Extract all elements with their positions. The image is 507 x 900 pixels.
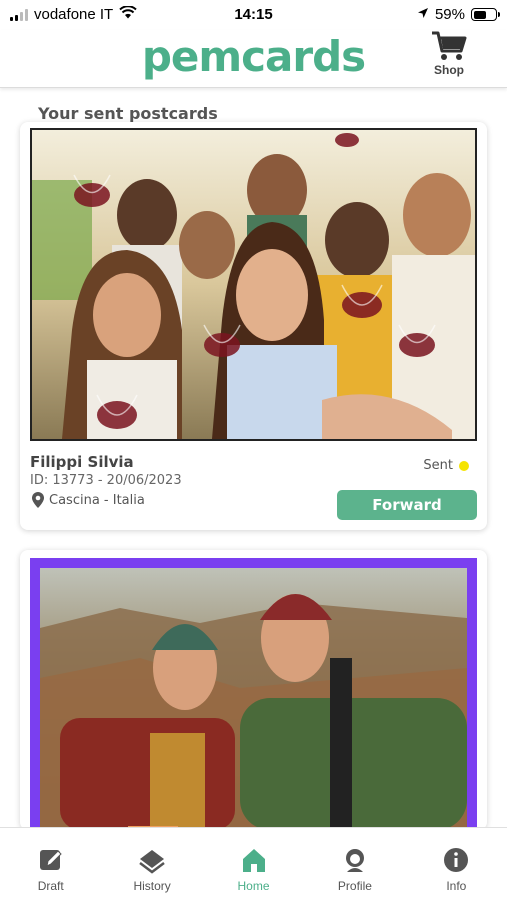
status-label: Sent	[423, 458, 453, 473]
forward-button[interactable]: Forward	[337, 490, 477, 520]
shop-button[interactable]: Shop	[429, 30, 469, 77]
tab-label: Profile	[337, 879, 372, 893]
tab-label: Home	[237, 879, 270, 893]
tab-label: Info	[446, 879, 467, 893]
status-dot	[459, 460, 469, 471]
hikers-selfie-image	[40, 568, 467, 830]
tab-profile[interactable]: Profile	[304, 828, 405, 900]
cart-icon	[432, 31, 467, 60]
tab-draft[interactable]: Draft	[0, 828, 101, 900]
location-arrow-icon	[417, 6, 429, 23]
history-icon	[139, 850, 165, 874]
section-title: Your sent postcards	[38, 104, 218, 123]
home-icon	[242, 849, 265, 872]
battery-info: 59%	[417, 6, 500, 23]
group-selfie-image	[32, 130, 475, 439]
postcard-photo[interactable]	[30, 558, 477, 830]
status-bar: vodafone IT 14:15 59%	[0, 0, 507, 30]
tab-label: Draft	[37, 879, 64, 893]
postcard-location: Cascina - Italia	[30, 491, 145, 509]
postcard-card[interactable]: Filippi Silvia ID: 13773 - 20/06/2023 Ca…	[20, 122, 487, 530]
tab-home[interactable]: Home	[203, 828, 304, 900]
location-text: Cascina - Italia	[49, 492, 145, 508]
postcard-photo[interactable]	[30, 128, 477, 441]
edit-icon	[39, 850, 62, 870]
bottom-tab-bar: Draft History Home Profile Info	[0, 827, 507, 900]
postcard-card[interactable]	[20, 550, 487, 830]
profile-icon	[345, 849, 364, 872]
app-header: pemcards Shop	[0, 30, 507, 88]
battery-icon	[471, 8, 500, 21]
info-icon	[444, 848, 469, 872]
status-indicator: Sent	[423, 458, 469, 473]
location-pin-icon	[32, 492, 44, 508]
tab-info[interactable]: Info	[406, 828, 507, 900]
recipient-name: Filippi Silvia	[30, 453, 134, 471]
tab-label: History	[133, 879, 171, 893]
shop-label: Shop	[434, 63, 464, 77]
tab-history[interactable]: History	[101, 828, 202, 900]
battery-percent: 59%	[434, 6, 465, 23]
postcard-id-date: ID: 13773 - 20/06/2023	[30, 473, 182, 488]
